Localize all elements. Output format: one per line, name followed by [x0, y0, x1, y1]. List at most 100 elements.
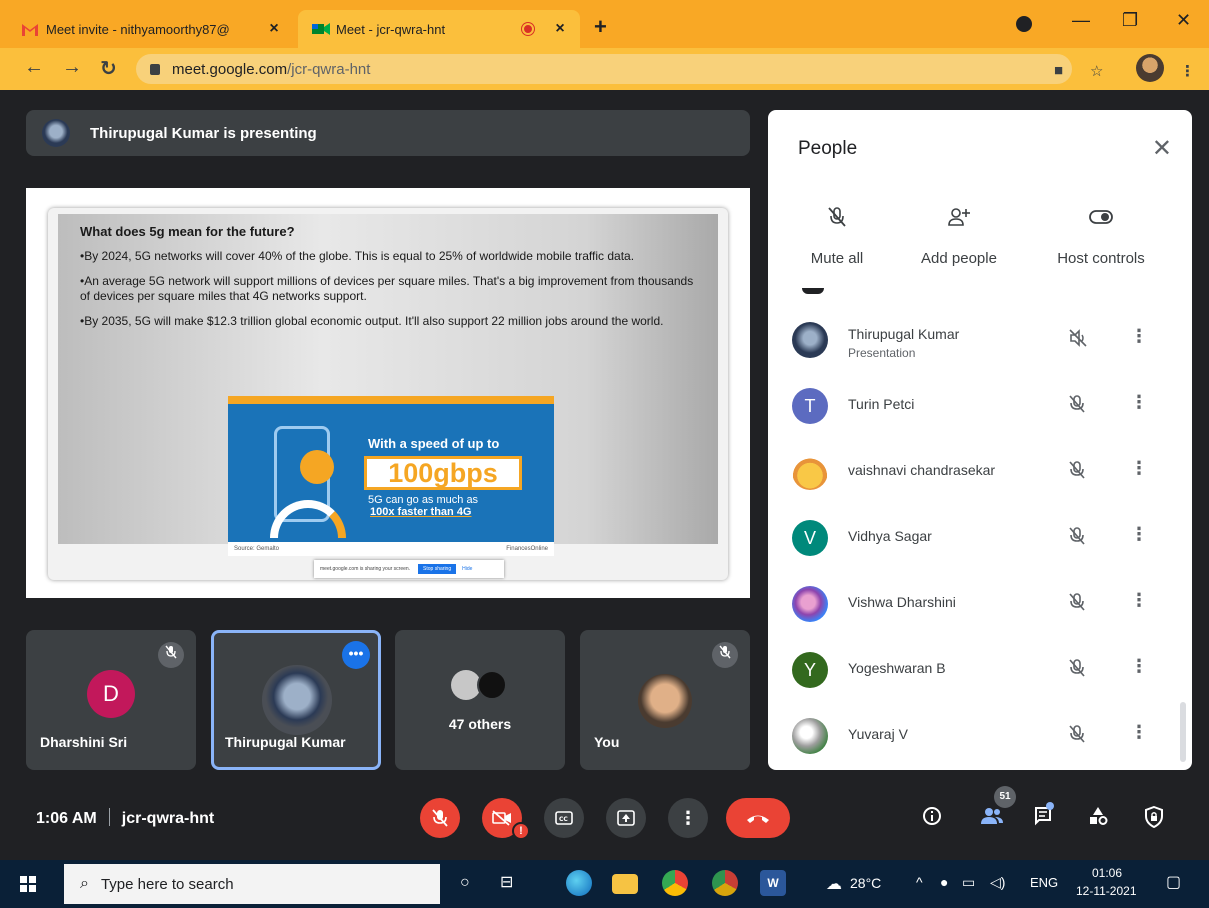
camera-indicator-icon[interactable]: ■	[1054, 62, 1063, 79]
participant-row[interactable]: Y Yogeshwaran B ⋮	[768, 638, 1192, 702]
others-label: 47 others	[448, 716, 512, 732]
clock-date: 12-11-2021	[1076, 884, 1137, 898]
participant-name: Thirupugal Kumar	[848, 326, 960, 342]
activities-icon[interactable]	[1088, 806, 1108, 832]
avatar-initial: D	[87, 670, 135, 718]
present-screen-button[interactable]	[606, 798, 646, 838]
participant-name: Yogeshwaran B	[848, 660, 946, 676]
participant-tile[interactable]: D Dharshini Sri	[26, 630, 196, 770]
self-tile[interactable]: You	[580, 630, 750, 770]
presenting-banner: Thirupugal Kumar is presenting	[26, 110, 750, 156]
chrome-icon[interactable]	[662, 870, 688, 896]
more-options-icon[interactable]: ⋮	[1130, 458, 1148, 479]
more-options-icon[interactable]: ⋮	[668, 798, 708, 838]
mic-off-icon	[712, 642, 738, 668]
edge-icon[interactable]	[566, 870, 592, 896]
participant-row[interactable]: Thirupugal Kumar Presentation ⋮	[768, 308, 1192, 372]
people-panel: People ✕ Mute all Add people Host contro…	[768, 110, 1192, 770]
scrollbar[interactable]	[1180, 702, 1186, 762]
participant-row[interactable]: V Vidhya Sagar ⋮	[768, 506, 1192, 570]
add-people-button[interactable]: Add people	[894, 206, 1024, 267]
notification-center-icon[interactable]: ▢	[1166, 872, 1181, 892]
url-field[interactable]: meet.google.com/jcr-qwra-hnt	[136, 54, 1072, 84]
mic-off-icon[interactable]	[1068, 724, 1086, 749]
language-indicator[interactable]: ENG	[1030, 875, 1058, 890]
svg-text:CC: CC	[559, 816, 568, 823]
presenter-avatar	[42, 119, 70, 147]
participant-row[interactable]: Vishwa Dharshini ⋮	[768, 572, 1192, 636]
participant-row[interactable]: T Turin Petci ⋮	[768, 374, 1192, 438]
weather-icon: ☁	[826, 876, 842, 893]
participant-row[interactable]: vaishnavi chandrasekar ⋮	[768, 440, 1192, 504]
participant-name: Vidhya Sagar	[848, 528, 932, 544]
mic-off-icon[interactable]	[1068, 460, 1086, 485]
captions-button[interactable]: CC	[544, 798, 584, 838]
more-options-icon[interactable]: ⋮	[1130, 590, 1148, 611]
taskbar-search-box[interactable]: ⌕ Type here to search	[64, 864, 440, 904]
hide-button[interactable]: Hide	[462, 566, 472, 572]
chrome-menu-icon[interactable]: ⋮	[1180, 62, 1195, 80]
close-icon[interactable]: ✕	[1152, 134, 1172, 163]
file-explorer-icon[interactable]	[612, 874, 638, 894]
network-icon[interactable]: ▭	[962, 874, 975, 891]
restore-button[interactable]: ❐	[1122, 10, 1138, 31]
more-options-icon[interactable]: ⋮	[1130, 656, 1148, 677]
microphone-tray-icon[interactable]: ●	[940, 874, 948, 890]
close-tab-icon[interactable]: ×	[548, 20, 572, 38]
meeting-details-icon[interactable]	[922, 806, 942, 832]
avatar-initial: V	[792, 520, 828, 556]
cortana-icon[interactable]: ○	[460, 874, 470, 892]
mute-all-button[interactable]: Mute all	[772, 206, 902, 267]
5g-infographic: With a speed of up to 100gbps 5G can go …	[228, 396, 554, 556]
tab-meet[interactable]: Meet - jcr-qwra-hnt ×	[298, 10, 580, 48]
url-domain: meet.google.com	[172, 60, 288, 78]
people-icon[interactable]	[980, 806, 1004, 832]
infographic-line2: 5G can go as much as	[368, 494, 479, 506]
mic-off-icon	[158, 642, 184, 668]
stop-sharing-button[interactable]: Stop sharing	[418, 564, 457, 574]
participant-row[interactable]: Yuvaraj V ⋮	[768, 704, 1192, 768]
back-arrow-icon[interactable]: ←	[24, 56, 44, 79]
lock-icon	[150, 63, 160, 75]
mic-toggle-button[interactable]	[420, 798, 460, 838]
reload-icon[interactable]: ↻	[100, 56, 117, 81]
close-window-button[interactable]: ✕	[1176, 10, 1191, 31]
minimize-button[interactable]: —	[1072, 10, 1090, 31]
profile-avatar[interactable]	[1136, 54, 1164, 82]
new-tab-button[interactable]: +	[594, 14, 607, 40]
slide-bullet: •By 2035, 5G will make $12.3 trillion gl…	[80, 314, 664, 328]
task-view-icon[interactable]: ⊟	[500, 872, 513, 892]
mic-off-icon[interactable]	[1068, 658, 1086, 683]
meet-icon	[312, 22, 330, 36]
windows-start-icon[interactable]	[20, 876, 36, 892]
speaker-muted-icon[interactable]	[1068, 328, 1088, 353]
leave-call-button[interactable]	[726, 798, 790, 838]
more-options-icon[interactable]: ⋮	[1130, 326, 1148, 347]
avatar	[792, 586, 828, 622]
more-options-icon[interactable]: •••	[342, 641, 370, 669]
divider	[108, 808, 110, 826]
tab-gmail[interactable]: Meet invite - nithyamoorthy87@ ×	[8, 10, 294, 48]
participant-tile-active[interactable]: ••• Thirupugal Kumar	[211, 630, 381, 770]
chrome-profile-window-icon[interactable]	[712, 870, 738, 896]
word-icon[interactable]: W	[760, 870, 786, 896]
chrome-profile-icon[interactable]	[1016, 16, 1032, 32]
mic-off-icon[interactable]	[1068, 592, 1086, 617]
more-options-icon[interactable]: ⋮	[1130, 722, 1148, 743]
mic-off-icon[interactable]	[1068, 526, 1086, 551]
more-options-icon[interactable]: ⋮	[1130, 524, 1148, 545]
chevron-up-icon[interactable]: ^	[916, 874, 923, 890]
others-tile[interactable]: 47 others	[395, 630, 565, 770]
forward-arrow-icon[interactable]: →	[62, 56, 82, 79]
more-options-icon[interactable]: ⋮	[1130, 392, 1148, 413]
volume-icon[interactable]: ◁)	[990, 874, 1005, 891]
host-controls-button[interactable]: Host controls	[1036, 206, 1166, 267]
url-path: /jcr-qwra-hnt	[287, 60, 371, 78]
chat-icon[interactable]	[1034, 806, 1054, 832]
mic-off-icon[interactable]	[1068, 394, 1086, 419]
host-controls-icon[interactable]	[1144, 805, 1164, 834]
screen-share-notice: meet.google.com is sharing your screen. …	[314, 560, 504, 578]
avatar	[262, 665, 332, 735]
close-tab-icon[interactable]: ×	[262, 20, 286, 38]
bookmark-star-icon[interactable]: ☆	[1090, 62, 1103, 80]
